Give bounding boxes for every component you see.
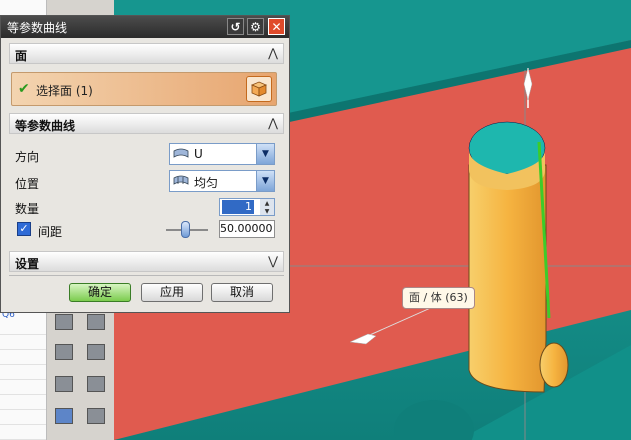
- iso-curve-dialog: 等参数曲线 ↺ ⚙ ✕ 面 ⋀ ✔ 选择面 (1) 等参数曲线 ⋀ 方向 U ▼…: [0, 15, 290, 313]
- spacing-value[interactable]: 50.00000: [219, 220, 275, 238]
- toolbar-button-8[interactable]: [83, 404, 109, 428]
- position-value: 均匀: [194, 176, 219, 190]
- toolbar-button-2[interactable]: [83, 310, 109, 334]
- position-icon: [173, 175, 189, 185]
- navigator-rows: [0, 320, 46, 440]
- direction-value: U: [194, 147, 203, 161]
- toolbar-button-1[interactable]: [51, 310, 77, 334]
- count-label: 数量: [15, 202, 40, 216]
- section-iso-label: 等参数曲线: [15, 119, 76, 133]
- ok-button[interactable]: 确定: [69, 283, 131, 302]
- dialog-titlebar[interactable]: 等参数曲线 ↺ ⚙ ✕: [1, 16, 289, 38]
- chevron-down-icon: ⋁: [268, 254, 278, 268]
- toolbar-button-5[interactable]: [51, 372, 77, 396]
- dialog-separator: [9, 275, 284, 276]
- reset-icon[interactable]: ↺: [227, 18, 244, 35]
- direction-dropdown[interactable]: U ▼: [169, 143, 275, 165]
- spacing-slider-thumb[interactable]: [181, 221, 190, 238]
- toolbar-button-3[interactable]: [51, 340, 77, 364]
- section-face-header[interactable]: 面 ⋀: [9, 43, 284, 64]
- chevron-down-icon[interactable]: ▼: [256, 171, 274, 191]
- spinner-down-icon[interactable]: ▼: [260, 207, 274, 215]
- chevron-down-icon[interactable]: ▼: [256, 144, 274, 164]
- close-icon[interactable]: ✕: [268, 18, 285, 35]
- toolbar-button-4[interactable]: [83, 340, 109, 364]
- count-value[interactable]: 1: [222, 200, 254, 214]
- chevron-up-icon: ⋀: [268, 116, 278, 130]
- direction-label: 方向: [15, 150, 40, 164]
- position-label: 位置: [15, 177, 40, 191]
- face-cube-icon[interactable]: [246, 76, 272, 102]
- section-settings-label: 设置: [15, 257, 40, 271]
- cancel-button[interactable]: 取消: [211, 283, 273, 302]
- apply-button[interactable]: 应用: [141, 283, 203, 302]
- spacing-label: 间距: [38, 225, 63, 239]
- position-dropdown[interactable]: 均匀 ▼: [169, 170, 275, 192]
- select-face-label: 选择面 (1): [36, 84, 93, 98]
- selection-tooltip: 面 / 体 (63): [402, 287, 475, 309]
- chevron-up-icon: ⋀: [268, 46, 278, 60]
- section-settings-header[interactable]: 设置 ⋁: [9, 251, 284, 272]
- spacing-checkbox[interactable]: ✓: [17, 222, 31, 236]
- gear-icon[interactable]: ⚙: [247, 18, 264, 35]
- dialog-title: 等参数曲线: [7, 21, 68, 35]
- section-face-label: 面: [15, 49, 28, 63]
- count-spinner[interactable]: 1 ▲ ▼: [219, 198, 275, 216]
- toolbar-button-6[interactable]: [83, 372, 109, 396]
- section-iso-header[interactable]: 等参数曲线 ⋀: [9, 113, 284, 134]
- toolbar-button-7[interactable]: [51, 404, 77, 428]
- checkmark-icon: ✔: [18, 81, 30, 97]
- select-face-row[interactable]: ✔ 选择面 (1): [11, 72, 277, 106]
- direction-icon: [173, 148, 189, 158]
- cylinder-body: [468, 164, 547, 393]
- spinner-up-icon[interactable]: ▲: [260, 199, 274, 207]
